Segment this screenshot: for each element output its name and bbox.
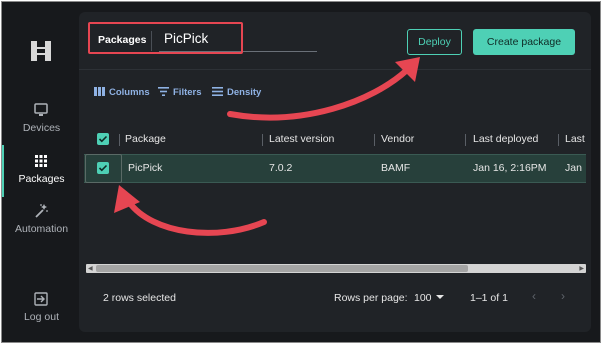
chevron-down-icon bbox=[435, 295, 444, 299]
cell-last: Jan bbox=[565, 162, 582, 174]
sidebar: Devices Packages Automation Log out bbox=[2, 2, 81, 342]
column-separator bbox=[262, 134, 263, 146]
column-separator bbox=[465, 134, 466, 146]
cell-package: PicPick bbox=[128, 162, 163, 174]
rows-per-page-label: Rows per page: bbox=[334, 292, 408, 304]
column-separator bbox=[119, 134, 120, 146]
sidebar-item-devices[interactable]: Devices bbox=[2, 102, 81, 146]
annotation-highlight-box bbox=[88, 22, 243, 54]
grid-icon bbox=[35, 155, 47, 167]
rows-per-page-select[interactable]: 100 bbox=[414, 292, 444, 304]
select-all-checkbox[interactable] bbox=[97, 133, 109, 145]
toolbar-divider bbox=[79, 69, 591, 70]
scroll-right-icon[interactable]: ▶ bbox=[579, 265, 584, 272]
sidebar-item-label: Automation bbox=[14, 223, 69, 235]
cell-vendor: BAMF bbox=[381, 162, 411, 174]
logout-button[interactable]: Log out bbox=[2, 291, 81, 335]
column-header-vendor[interactable]: Vendor bbox=[381, 124, 414, 154]
previous-page-icon[interactable]: ‹ bbox=[532, 289, 536, 303]
density-button[interactable]: Density bbox=[212, 87, 261, 98]
logout-icon bbox=[34, 292, 48, 306]
app-window: Devices Packages Automation Log out Pack… bbox=[1, 1, 601, 343]
next-page-icon[interactable]: › bbox=[561, 289, 565, 303]
deploy-button[interactable]: Deploy bbox=[407, 29, 462, 55]
rows-per-page-value: 100 bbox=[414, 292, 432, 304]
scrollbar-thumb[interactable] bbox=[96, 265, 468, 272]
columns-button[interactable]: Columns bbox=[94, 87, 150, 98]
sidebar-item-automation[interactable]: Automation bbox=[2, 203, 81, 247]
create-package-button[interactable]: Create package bbox=[473, 29, 575, 55]
selection-count: 2 rows selected bbox=[103, 292, 176, 304]
sidebar-item-label: Packages bbox=[18, 173, 65, 185]
column-separator bbox=[558, 134, 559, 146]
cell-last-deployed: Jan 16, 2:16PM bbox=[473, 162, 547, 174]
table-header: Package Latest version Vendor Last deplo… bbox=[84, 124, 586, 154]
column-header-last-deployed[interactable]: Last deployed bbox=[473, 124, 538, 154]
horizontal-scrollbar[interactable]: ◀ ▶ bbox=[86, 264, 586, 273]
scroll-left-icon[interactable]: ◀ bbox=[88, 265, 93, 272]
filters-button[interactable]: Filters bbox=[158, 87, 202, 98]
column-separator bbox=[374, 134, 375, 146]
columns-label: Columns bbox=[109, 87, 150, 98]
density-icon bbox=[212, 87, 223, 96]
column-header-last[interactable]: Last bbox=[565, 124, 585, 154]
checkbox-focus-outline bbox=[85, 154, 122, 183]
columns-icon bbox=[94, 87, 105, 96]
filter-icon bbox=[158, 87, 169, 96]
table-row[interactable]: PicPick 7.0.2 BAMF Jan 16, 2:16PM Jan bbox=[84, 154, 586, 183]
column-header-latest-version[interactable]: Latest version bbox=[269, 124, 334, 154]
magic-wand-icon bbox=[35, 204, 48, 218]
sidebar-item-label: Devices bbox=[22, 122, 61, 134]
logout-label: Log out bbox=[23, 311, 60, 323]
sidebar-item-packages[interactable]: Packages bbox=[2, 153, 81, 197]
column-header-package[interactable]: Package bbox=[125, 124, 166, 154]
monitor-icon bbox=[34, 103, 48, 116]
packages-panel: Packages PicPick Deploy Create package C… bbox=[79, 12, 591, 332]
filters-label: Filters bbox=[173, 87, 202, 98]
hx-logo-icon[interactable] bbox=[29, 39, 53, 63]
check-icon bbox=[98, 135, 108, 143]
cell-version: 7.0.2 bbox=[269, 162, 293, 174]
density-label: Density bbox=[227, 87, 262, 98]
pagination-range: 1–1 of 1 bbox=[470, 292, 508, 304]
